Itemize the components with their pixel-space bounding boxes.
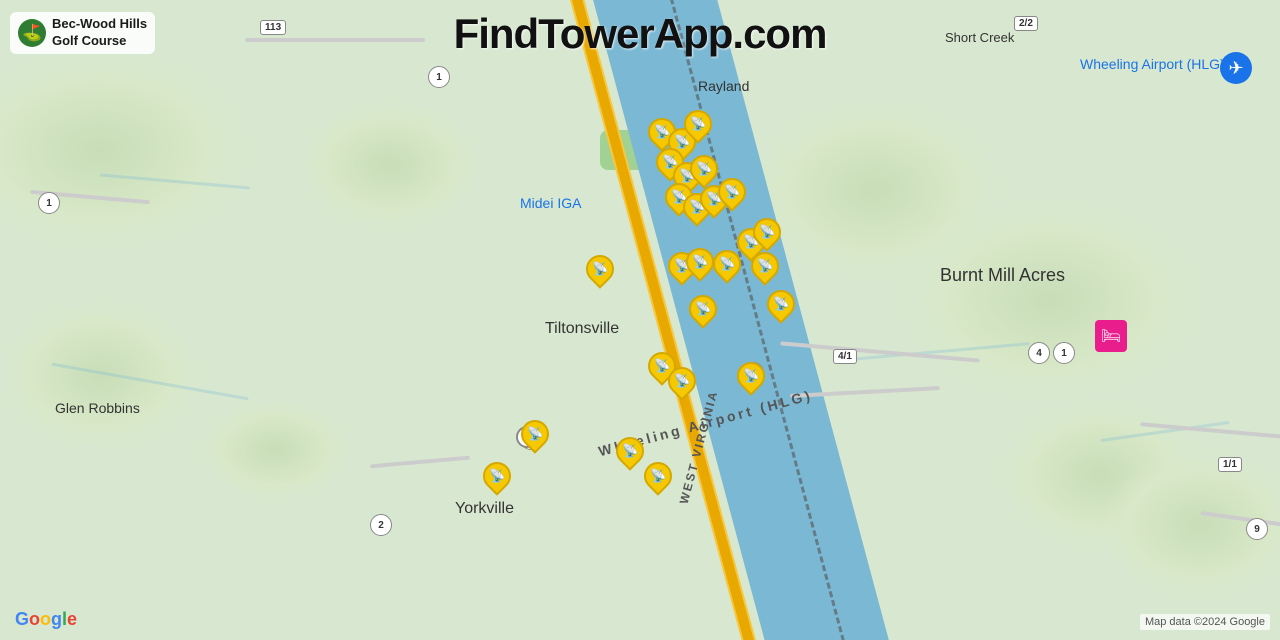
- road-badge-1-top: 1: [428, 66, 450, 88]
- road-badge-113: 113: [260, 20, 286, 35]
- golf-course-label: Bec-Wood Hills Golf Course: [52, 16, 147, 50]
- tower-marker-21[interactable]: 📡: [668, 367, 696, 403]
- road-badge-1-right: 1: [1053, 342, 1075, 364]
- map-container: Wheeling Airport (HLG) WEST VIRGINIA Fin…: [0, 0, 1280, 640]
- tower-marker-14[interactable]: 📡: [686, 248, 714, 284]
- road-badge-4: 4: [1028, 342, 1050, 364]
- site-title: FindTowerApp.com: [454, 10, 827, 58]
- tower-marker-19[interactable]: 📡: [689, 295, 717, 331]
- tower-marker-10[interactable]: 📡: [718, 178, 746, 214]
- google-logo: Google: [15, 609, 77, 630]
- tower-marker-3[interactable]: 📡: [684, 110, 712, 146]
- tower-marker-12[interactable]: 📡: [753, 218, 781, 254]
- tower-marker-26[interactable]: 📡: [483, 462, 511, 498]
- tower-marker-16[interactable]: 📡: [751, 252, 779, 288]
- golf-name-line2: Golf Course: [52, 33, 147, 50]
- golf-name-line1: Bec-Wood Hills: [52, 16, 147, 33]
- map-attribution: Map data ©2024 Google: [1140, 614, 1270, 630]
- terrain-hill: [900, 200, 1200, 400]
- tower-marker-17[interactable]: 📡: [586, 255, 614, 291]
- tower-marker-18[interactable]: 📡: [767, 290, 795, 326]
- tower-marker-23[interactable]: 📡: [521, 420, 549, 456]
- road-rt113: [245, 38, 425, 42]
- road-badge-2: 2: [370, 514, 392, 536]
- airport-marker[interactable]: ✈: [1220, 52, 1252, 84]
- tower-marker-22[interactable]: 📡: [737, 362, 765, 398]
- tower-marker-25[interactable]: 📡: [644, 462, 672, 498]
- terrain-hill: [0, 300, 200, 450]
- road-badge-41: 4/1: [833, 349, 857, 364]
- terrain-hill: [300, 100, 480, 230]
- golf-icon: ⛳: [18, 19, 46, 47]
- golf-course-info: ⛳ Bec-Wood Hills Golf Course: [10, 12, 155, 54]
- terrain-hill: [200, 400, 350, 500]
- tower-marker-24[interactable]: 📡: [616, 437, 644, 473]
- road-badge-22: 2/2: [1014, 16, 1038, 31]
- hotel-marker[interactable]: 🛏: [1095, 320, 1127, 352]
- road-badge-9: 9: [1246, 518, 1268, 540]
- road-badge-1-left: 1: [38, 192, 60, 214]
- road-badge-11: 1/1: [1218, 457, 1242, 472]
- tower-marker-15[interactable]: 📡: [713, 250, 741, 286]
